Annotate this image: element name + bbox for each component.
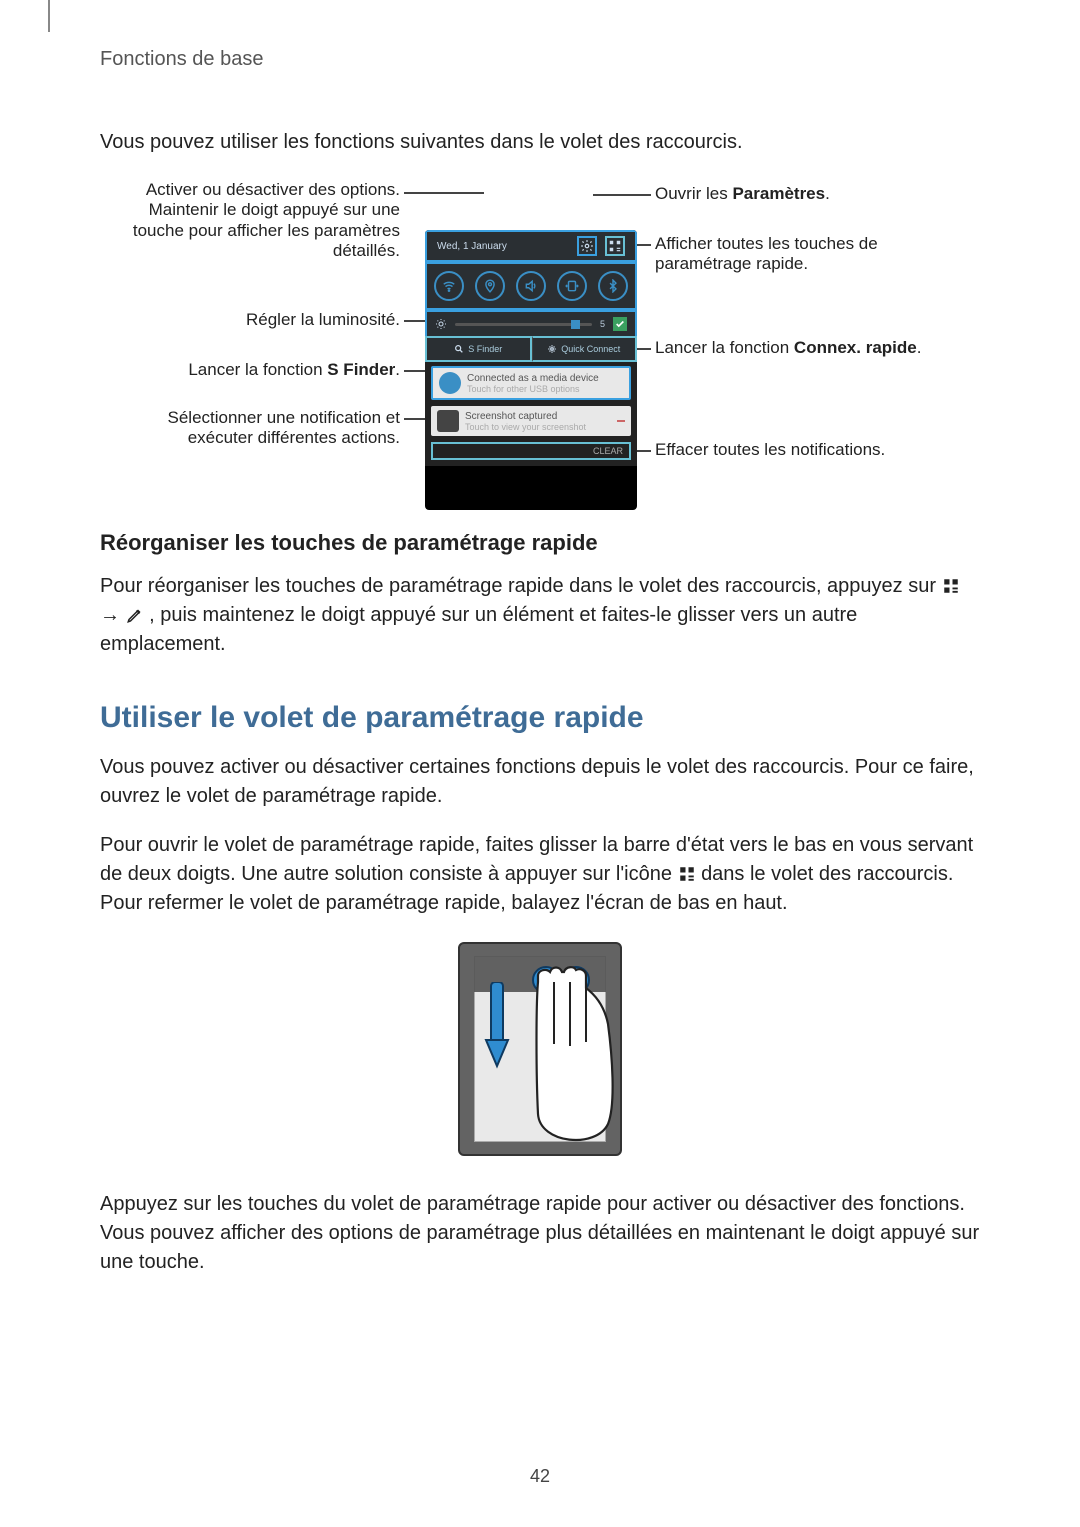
phone-mockup: Wed, 1 January: [425, 230, 637, 510]
rotate-icon: [557, 271, 587, 301]
pencil-icon: [126, 604, 150, 626]
quickconnect-icon: [547, 344, 557, 354]
notification-media: Connected as a media device Touch for ot…: [431, 366, 631, 400]
subheading-reorganize: Réorganiser les touches de paramétrage r…: [100, 530, 980, 556]
annotated-figure: Activer ou désactiver des options. Maint…: [115, 180, 965, 480]
wifi-icon: [434, 271, 464, 301]
search-icon: [454, 344, 464, 354]
callout-sfinder: Lancer la fonction S Finder.: [188, 360, 400, 380]
screenshot-icon: [437, 410, 459, 432]
usb-icon: [439, 372, 461, 394]
quick-toggle-row: [425, 262, 637, 310]
brightness-icon: [435, 318, 447, 330]
sound-icon: [516, 271, 546, 301]
grid-icon: [678, 863, 702, 885]
callout-brightness: Régler la luminosité.: [246, 310, 400, 330]
callout-quick-connect: Lancer la fonction Connex. rapide.: [655, 338, 921, 358]
callout-open-settings: Ouvrir les Paramètres.: [655, 184, 830, 204]
location-icon: [475, 271, 505, 301]
reorganize-paragraph: Pour réorganiser les touches de paramétr…: [100, 572, 980, 659]
phone-date: Wed, 1 January: [437, 241, 507, 252]
gear-icon: [580, 239, 594, 253]
hand-icon: [508, 964, 618, 1154]
section-para-1: Vous pouvez activer ou désactiver certai…: [100, 753, 980, 811]
auto-brightness-check: [613, 317, 627, 331]
grid-icon: [942, 575, 960, 597]
callout-clear-notifications: Effacer toutes les notifications.: [655, 440, 885, 460]
bluetooth-icon: [598, 271, 628, 301]
section-para-3: Appuyez sur les touches du volet de para…: [100, 1190, 980, 1277]
callout-all-quick-settings: Afficher toutes les touches de paramétra…: [655, 234, 885, 275]
brightness-value: 5: [600, 319, 605, 329]
callout-toggle-options: Activer ou désactiver des options. Maint…: [120, 180, 400, 262]
page-number: 42: [0, 1466, 1080, 1487]
section-heading: Utiliser le volet de paramétrage rapide: [100, 701, 980, 735]
dismiss-icon: [617, 420, 625, 422]
intro-text: Vous pouvez utiliser les fonctions suiva…: [100, 131, 980, 154]
grid-icon: [608, 239, 622, 253]
section-para-2: Pour ouvrir le volet de paramétrage rapi…: [100, 831, 980, 918]
callout-notification: Sélectionner une notification et exécute…: [140, 408, 400, 449]
brightness-row: 5: [425, 310, 637, 338]
header-rule: [48, 0, 50, 32]
sfinder-quickconnect-row: S Finder Quick Connect: [425, 338, 637, 360]
two-finger-swipe-illustration: [458, 942, 622, 1156]
breadcrumb: Fonctions de base: [100, 48, 980, 71]
notification-screenshot: Screenshot captured Touch to view your s…: [431, 406, 631, 436]
clear-button: CLEAR: [431, 442, 631, 460]
